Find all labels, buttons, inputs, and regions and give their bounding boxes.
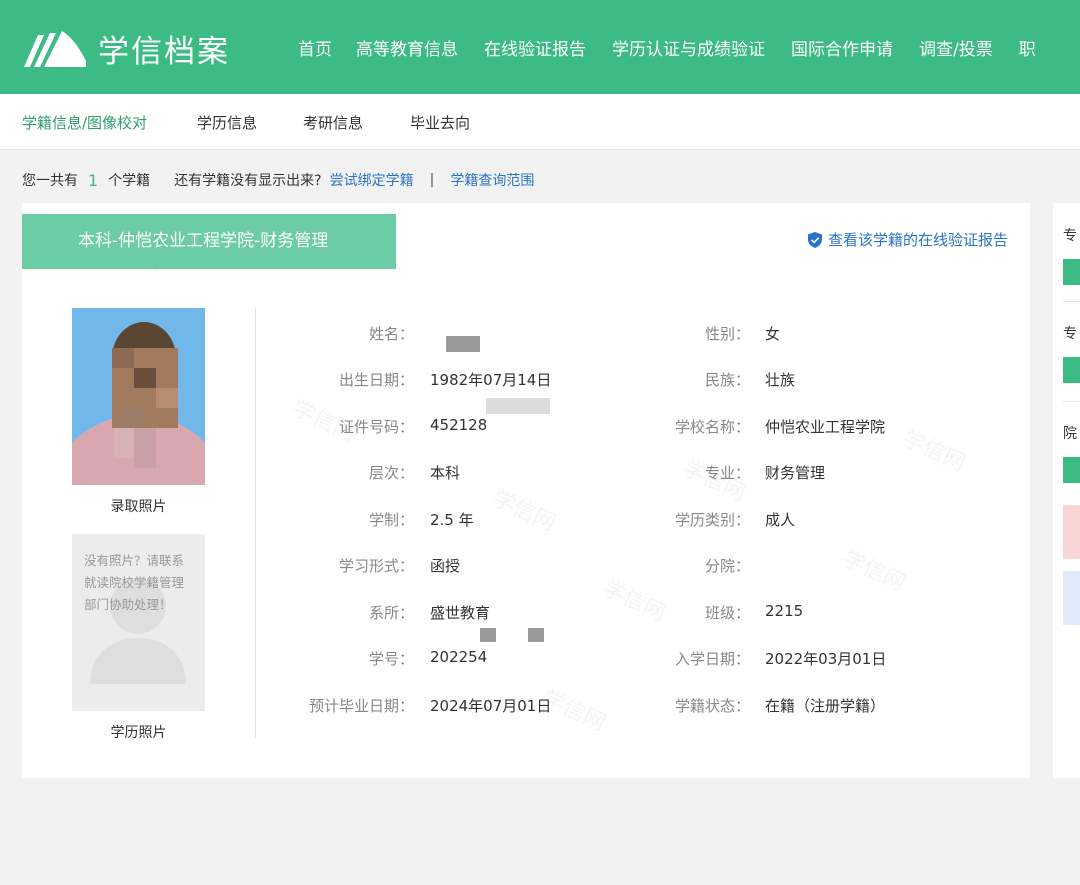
watermark: 学信网 <box>488 481 561 538</box>
field-value-department: 盛世教育 <box>430 604 491 622</box>
nav-online-verification[interactable]: 在线验证报告 <box>484 35 586 60</box>
divider <box>255 308 256 738</box>
redaction-block <box>528 628 544 642</box>
field-value-enrollment-status: 在籍（注册学籍） <box>765 697 886 715</box>
logo-icon <box>24 31 86 67</box>
nav-career[interactable]: 职 <box>1019 35 1036 60</box>
summary-suffix: 个学籍 <box>108 173 151 189</box>
tab-degree-info[interactable]: 学历信息 <box>197 112 257 133</box>
verify-link-label: 查看该学籍的在线验证报告 <box>827 231 1008 249</box>
degree-photo-caption: 学历照片 <box>110 725 167 741</box>
nav-degree-certification[interactable]: 学历认证与成绩验证 <box>612 35 765 60</box>
side-panel: 专 专 院 <box>1053 203 1080 778</box>
field-label-enrollment-date: 入学日期： <box>674 650 750 668</box>
field-label-major: 专业： <box>704 464 750 482</box>
side-button[interactable] <box>1063 357 1080 383</box>
field-label-branch-college: 分院： <box>704 557 750 575</box>
divider <box>1063 301 1080 302</box>
field-value-study-mode: 函授 <box>430 557 461 575</box>
main-nav: 首页 高等教育信息 在线验证报告 学历认证与成绩验证 国际合作申请 调查/投票 … <box>298 0 1062 94</box>
query-scope-link[interactable]: 学籍查询范围 <box>450 170 534 190</box>
field-label-gender: 性别： <box>704 325 750 343</box>
field-label-level: 层次： <box>368 464 414 482</box>
enrollment-count: 1 <box>88 170 99 190</box>
admission-photo-caption: 录取照片 <box>110 499 167 515</box>
field-label-expected-graduation: 预计毕业日期： <box>308 697 414 715</box>
divider <box>1063 401 1080 402</box>
watermark: 学信网 <box>898 421 971 478</box>
field-value-birthdate: 1982年07月14日 <box>430 371 552 389</box>
field-label-school-name: 学校名称： <box>674 418 750 436</box>
side-card-red[interactable] <box>1063 505 1080 559</box>
field-value-duration: 2.5 年 <box>430 511 474 529</box>
field-value-ethnicity: 壮族 <box>765 371 796 389</box>
tab-postgraduate-exam-info[interactable]: 考研信息 <box>303 112 363 133</box>
field-label-ethnicity: 民族： <box>704 371 750 389</box>
field-value-enrollment-date: 2022年03月01日 <box>765 650 887 668</box>
enrollment-summary: 您一共有 1 个学籍 还有学籍没有显示出来? 尝试绑定学籍 | 学籍查询范围 <box>22 170 534 190</box>
field-value-level: 本科 <box>430 464 461 482</box>
redaction-block <box>480 628 496 642</box>
field-label-id-number: 证件号码： <box>338 418 414 436</box>
shield-check-icon <box>807 231 822 248</box>
nav-survey-vote[interactable]: 调查/投票 <box>919 35 993 60</box>
watermark: 学信网 <box>838 541 911 598</box>
bind-enrollment-link[interactable]: 尝试绑定学籍 <box>330 170 414 190</box>
field-label-degree-category: 学历类别： <box>674 511 750 529</box>
summary-separator: | <box>429 172 435 188</box>
field-label-birthdate: 出生日期： <box>338 371 414 389</box>
side-button[interactable] <box>1063 259 1080 285</box>
side-label: 专 <box>1063 326 1077 342</box>
field-value-class: 2215 <box>765 602 804 620</box>
field-label-class: 班级： <box>704 604 750 622</box>
field-label-enrollment-status: 学籍状态： <box>674 697 750 715</box>
tab-graduate-destination[interactable]: 毕业去向 <box>410 112 470 133</box>
field-value-major: 财务管理 <box>765 464 826 482</box>
field-label-study-mode: 学习形式： <box>338 557 414 575</box>
side-card-blue[interactable] <box>1063 571 1080 625</box>
field-value-degree-category: 成人 <box>765 511 796 529</box>
summary-prefix: 您一共有 <box>22 173 78 189</box>
redaction-block <box>446 336 480 352</box>
top-navigation-bar: 学信档案 首页 高等教育信息 在线验证报告 学历认证与成绩验证 国际合作申请 调… <box>0 0 1080 94</box>
enrollment-card: 学信网 学信网 学信网 学信网 学信网 学信网 学信网 学信网 本科-仲恺农业工… <box>22 203 1030 778</box>
site-logo[interactable]: 学信档案 <box>22 26 230 70</box>
sub-tabs: 学籍信息/图像校对 学历信息 考研信息 毕业去向 <box>0 94 1080 150</box>
field-label-duration: 学制： <box>368 511 414 529</box>
tab-enrollment-info[interactable]: 学籍信息/图像校对 <box>22 112 147 133</box>
nav-higher-education[interactable]: 高等教育信息 <box>356 35 458 60</box>
nav-international-cooperation[interactable]: 国际合作申请 <box>791 35 893 60</box>
nav-home[interactable]: 首页 <box>298 35 332 60</box>
side-button[interactable] <box>1063 457 1080 483</box>
field-label-department: 系所： <box>368 604 414 622</box>
side-label: 专 <box>1063 228 1077 244</box>
field-value-school-name: 仲恺农业工程学院 <box>765 418 886 436</box>
logo-text: 学信档案 <box>98 33 230 70</box>
admission-photo <box>72 308 205 485</box>
summary-hint: 还有学籍没有显示出来? <box>174 173 322 189</box>
no-photo-notice: 没有照片？请联系就读院校学籍管理部门协助处理！ <box>84 553 185 612</box>
redaction-block <box>486 398 550 414</box>
side-label: 院 <box>1063 426 1077 442</box>
field-value-gender: 女 <box>765 325 781 343</box>
field-value-student-id: 202254 <box>430 648 488 666</box>
field-label-name: 姓名： <box>368 325 414 343</box>
degree-photo-placeholder: 没有照片？请联系就读院校学籍管理部门协助处理！ <box>72 534 205 711</box>
view-verification-report-link[interactable]: 查看该学籍的在线验证报告 <box>807 229 1008 250</box>
field-label-student-id: 学号： <box>368 650 414 668</box>
enrollment-tag: 本科-仲恺农业工程学院-财务管理 <box>22 214 396 269</box>
watermark: 学信网 <box>598 571 671 628</box>
field-value-id-number: 452128 <box>430 416 488 434</box>
field-value-expected-graduation: 2024年07月01日 <box>430 697 552 715</box>
